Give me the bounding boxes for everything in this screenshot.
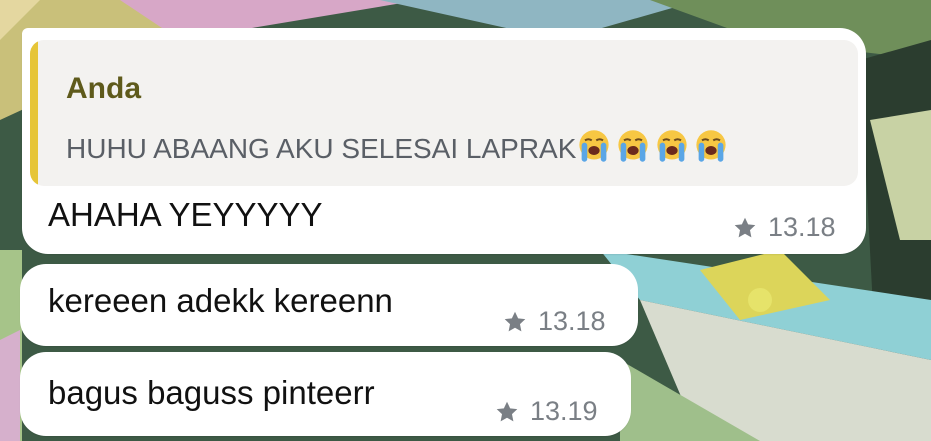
message-meta: 13.18 — [732, 212, 836, 243]
loudly-crying-face-icon — [654, 128, 690, 171]
quoted-emoji-group — [576, 130, 732, 164]
loudly-crying-face-icon — [615, 128, 651, 171]
quoted-sender-name: Anda — [66, 72, 141, 105]
message-meta: 13.18 — [502, 306, 606, 337]
message-time: 13.19 — [530, 396, 598, 426]
quoted-message: HUHU ABAANG AKU SELESAI LAPRAK — [66, 128, 732, 171]
star-icon — [494, 399, 520, 425]
message-bubble[interactable]: kereeen adekk kereenn 13.18 — [20, 264, 638, 346]
star-icon — [502, 309, 528, 335]
message-text: bagus baguss pinteerr — [48, 374, 375, 411]
message-text: AHAHA YEYYYYY — [48, 196, 323, 233]
quoted-reply[interactable]: Anda HUHU ABAANG AKU SELESAI LAPRAK — [30, 40, 858, 186]
loudly-crying-face-icon — [576, 128, 612, 171]
message-bubble[interactable]: Anda HUHU ABAANG AKU SELESAI LAPRAK AHAH… — [22, 28, 866, 254]
star-icon — [732, 215, 758, 241]
quote-accent-bar — [30, 40, 38, 186]
message-bubble[interactable]: bagus baguss pinteerr 13.19 — [20, 352, 631, 436]
quoted-message-text: HUHU ABAANG AKU SELESAI LAPRAK — [66, 133, 577, 164]
loudly-crying-face-icon — [693, 128, 729, 171]
message-text: kereeen adekk kereenn — [48, 282, 393, 319]
message-time: 13.18 — [768, 212, 836, 242]
message-meta: 13.19 — [494, 396, 598, 427]
message-time: 13.18 — [538, 306, 606, 336]
